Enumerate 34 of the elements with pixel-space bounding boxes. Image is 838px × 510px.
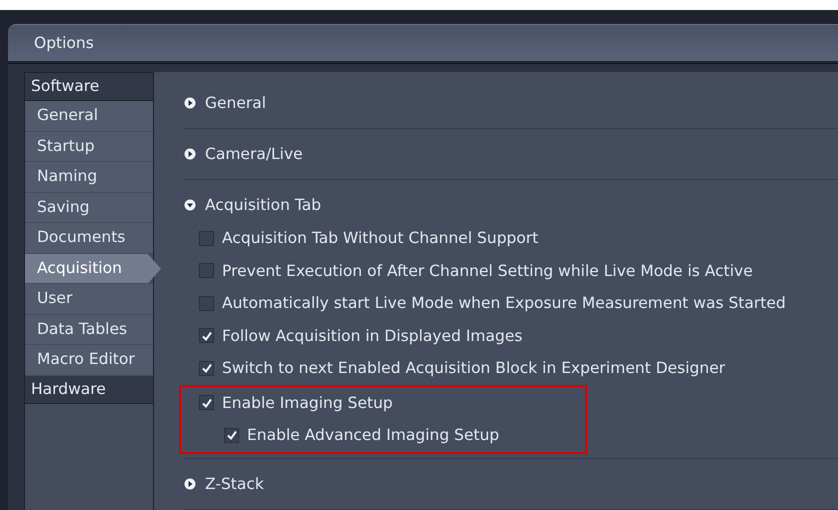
sidebar-item[interactable]: Documents — [25, 223, 153, 254]
sidebar-item[interactable]: Saving — [25, 192, 153, 223]
option-label: Prevent Execution of After Channel Setting while Live Mode is Active — [222, 262, 753, 280]
checkbox[interactable] — [199, 328, 214, 344]
checkbox[interactable] — [199, 263, 214, 278]
section-title[interactable]: Acquisition Tab — [205, 196, 322, 214]
expand-icon[interactable] — [184, 148, 196, 160]
sidebar-item[interactable]: Data Tables — [25, 314, 153, 345]
option-label: Switch to next Enabled Acquisition Block in Experiment Designer — [222, 359, 726, 378]
window-title: Options — [34, 34, 94, 52]
section-title[interactable]: Camera/Live — [205, 145, 303, 163]
option-label: Acquisition Tab Without Channel Support — [222, 229, 538, 248]
sidebar-group[interactable]: Software — [25, 73, 153, 101]
section-title[interactable]: General — [205, 94, 266, 112]
checkbox[interactable] — [224, 428, 239, 443]
sidebar-group[interactable]: Hardware — [25, 376, 153, 404]
expand-icon[interactable] — [184, 478, 196, 490]
sidebar-item[interactable]: Acquisition — [25, 254, 161, 284]
sidebar-item[interactable]: Startup — [25, 132, 153, 162]
sidebar-item[interactable]: Naming — [25, 162, 153, 192]
checkbox[interactable] — [199, 360, 214, 376]
sidebar-item[interactable]: User — [25, 284, 153, 314]
option-label: Enable Advanced Imaging Setup — [247, 426, 500, 444]
collapse-icon[interactable] — [184, 199, 196, 211]
section-title[interactable]: Z-Stack — [205, 474, 264, 492]
option-label: Enable Imaging Setup — [222, 394, 393, 412]
option-label: Automatically start Live Mode when Exposure Measurement was Started — [222, 294, 786, 312]
option-label: Follow Acquisition in Displayed Images — [222, 326, 522, 345]
sidebar-item[interactable]: General — [25, 101, 153, 132]
sidebar-item[interactable]: Macro Editor — [25, 345, 153, 376]
expand-icon[interactable] — [184, 97, 196, 109]
checkbox[interactable] — [199, 395, 214, 410]
checkbox[interactable] — [199, 296, 214, 311]
checkbox[interactable] — [199, 230, 214, 246]
